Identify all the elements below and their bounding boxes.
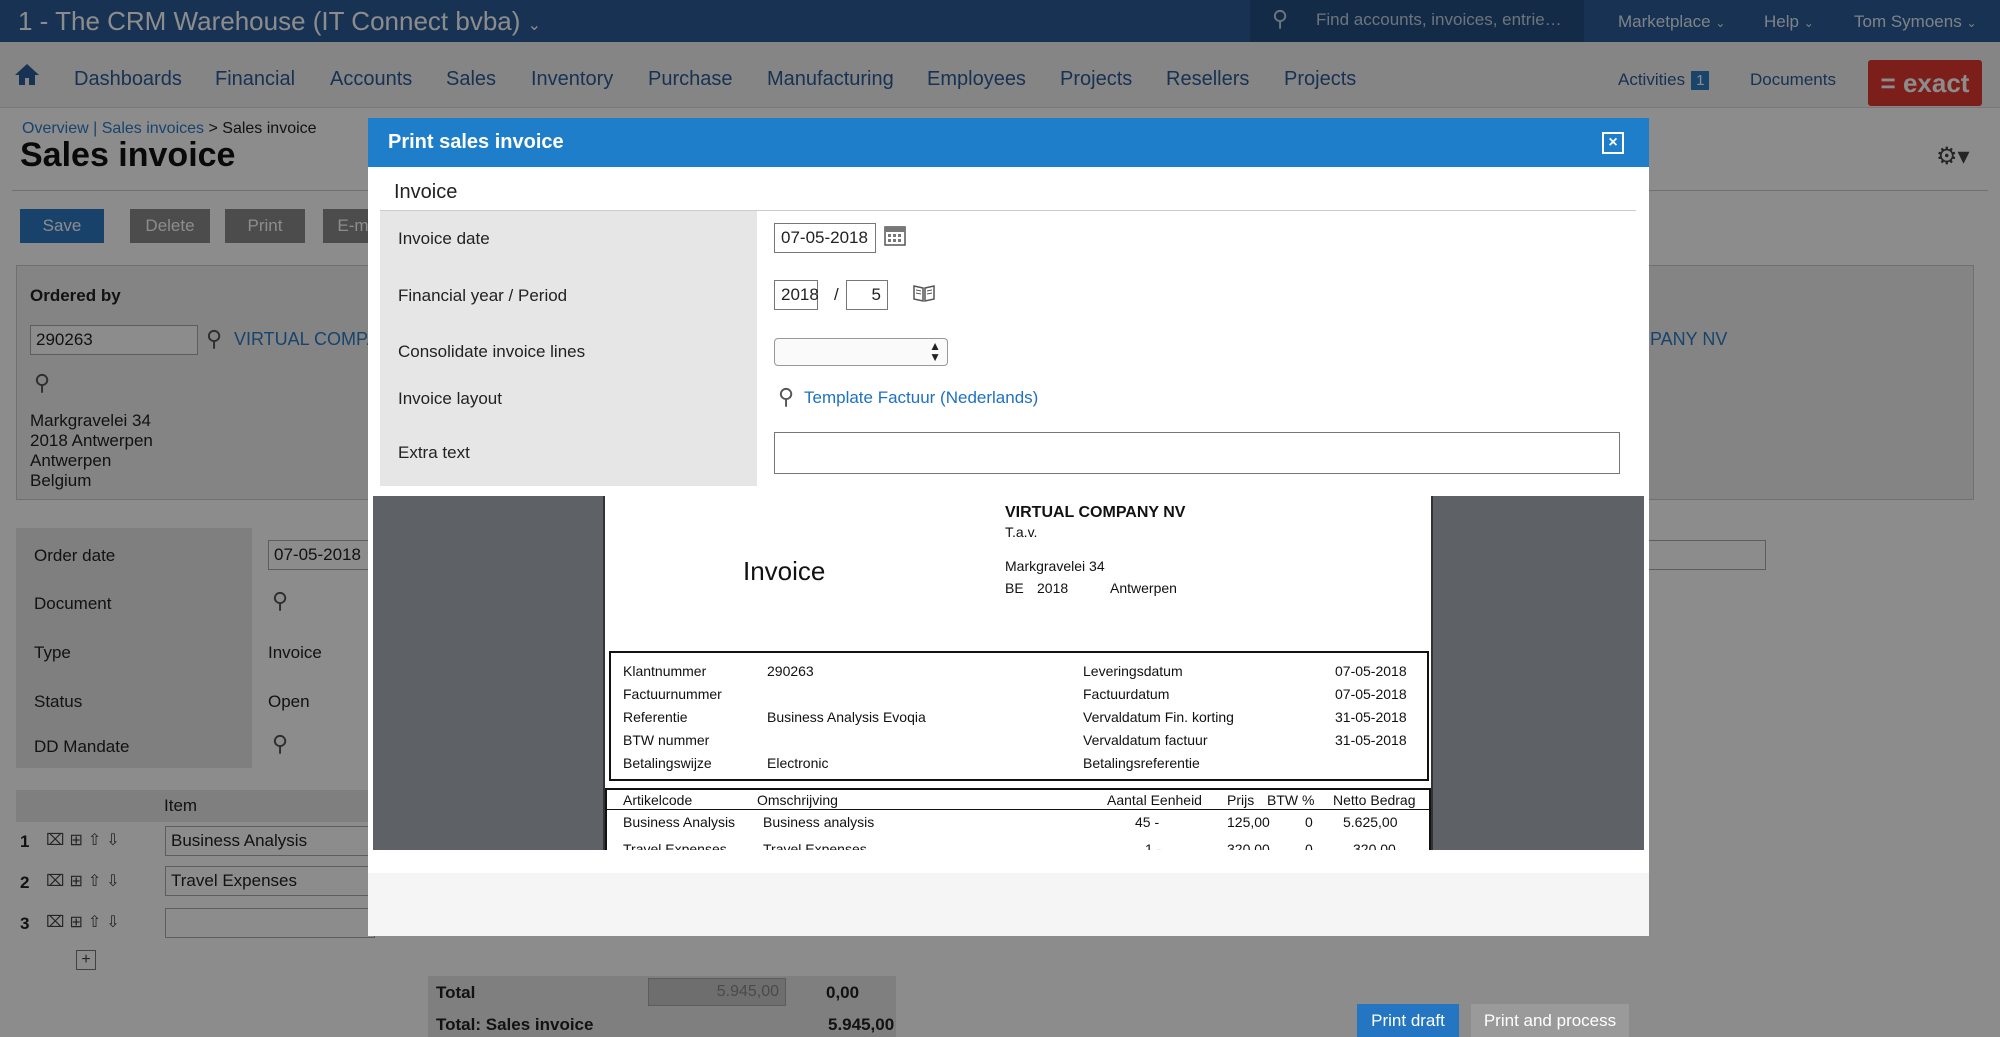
info-key: Betalingswijze	[623, 755, 712, 771]
row-price: 320,00	[1227, 841, 1270, 850]
invoice-layout-label: Invoice layout	[398, 389, 502, 408]
print-dialog: Print sales invoice × Invoice Invoice da…	[368, 118, 1649, 1037]
info-value	[767, 683, 926, 706]
search-icon[interactable]: ⚲	[778, 384, 794, 410]
row-desc: Travel Expenses	[763, 841, 867, 850]
preview-info-right-values: 07-05-2018 07-05-2018 31-05-2018 31-05-2…	[1335, 660, 1407, 752]
preview-country: BE	[1005, 580, 1024, 596]
row-code: Travel Expenses	[623, 841, 727, 850]
dialog-header: Print sales invoice ×	[368, 118, 1649, 167]
invoice-preview: VIRTUAL COMPANY NV T.a.v. Invoice Markgr…	[373, 496, 1644, 850]
preview-info-left-keys: Klantnummer Factuurnummer Referentie BTW…	[623, 660, 722, 775]
period-field[interactable]: 5	[846, 280, 888, 310]
consolidate-label: Consolidate invoice lines	[398, 342, 586, 361]
preview-tav: T.a.v.	[1005, 524, 1038, 540]
col-netto: Netto Bedrag	[1333, 792, 1416, 808]
info-key: Referentie	[623, 709, 688, 725]
calendar-icon[interactable]	[884, 224, 906, 251]
row-code: Business Analysis	[623, 814, 736, 830]
info-value: 07-05-2018	[1335, 686, 1407, 702]
preview-lines-rule	[607, 809, 1429, 810]
invoice-date-field[interactable]: 07-05-2018	[774, 223, 876, 253]
info-value: 31-05-2018	[1335, 732, 1407, 748]
dialog-footer: Print draft Print and process	[368, 873, 1649, 1037]
book-icon[interactable]	[912, 283, 936, 308]
print-draft-button[interactable]: Print draft	[1357, 1004, 1459, 1037]
info-key: Vervaldatum factuur	[1083, 732, 1208, 748]
preview-info-left-values: 290263 Business Analysis Evoqia Electron…	[767, 660, 926, 775]
financial-year-field[interactable]: 2018	[774, 280, 819, 310]
row-desc: Business analysis	[763, 814, 875, 830]
invoice-date-label: Invoice date	[398, 229, 490, 248]
info-value: 290263	[767, 663, 814, 679]
info-value: Business Analysis Evoqia	[767, 709, 926, 725]
row-qty: 45 -	[1135, 814, 1160, 830]
info-key: BTW nummer	[623, 732, 710, 748]
row-net: 5.625,00	[1343, 814, 1398, 830]
section-title: Invoice	[394, 181, 458, 203]
dialog-title: Print sales invoice	[388, 131, 564, 153]
info-key: Betalingsreferentie	[1083, 755, 1200, 771]
info-value: 07-05-2018	[1335, 663, 1407, 679]
financial-year-label: Financial year / Period	[398, 286, 568, 305]
info-key: Klantnummer	[623, 663, 707, 679]
preview-company: VIRTUAL COMPANY NV	[1005, 504, 1186, 521]
preview-page: VIRTUAL COMPANY NV T.a.v. Invoice Markgr…	[603, 496, 1433, 850]
row-qty: 1 -	[1145, 841, 1162, 850]
col-aantal: Aantal Eenheid	[1107, 792, 1202, 808]
print-and-process-button[interactable]: Print and process	[1471, 1004, 1629, 1037]
info-key: Vervaldatum Fin. korting	[1083, 709, 1234, 725]
select-arrows-icon: ▲ ▼	[929, 339, 941, 364]
info-key: Factuurdatum	[1083, 686, 1170, 702]
info-key: Factuurnummer	[623, 686, 722, 702]
info-key: Leveringsdatum	[1083, 663, 1183, 679]
col-prijs: Prijs	[1227, 792, 1255, 808]
preview-info-right-keys: Leveringsdatum Factuurdatum Vervaldatum …	[1083, 660, 1234, 775]
period-separator: /	[834, 285, 839, 304]
preview-zip: 2018	[1037, 580, 1069, 596]
extra-text-field[interactable]	[774, 432, 1620, 474]
extra-text-label: Extra text	[398, 443, 470, 462]
row-vat: 0	[1305, 814, 1313, 830]
info-value	[767, 729, 926, 752]
col-btw: BTW %	[1267, 792, 1315, 808]
row-net: 320,00	[1353, 841, 1396, 850]
preview-city: Antwerpen	[1110, 580, 1177, 596]
preview-street: Markgravelei 34	[1005, 558, 1105, 574]
invoice-layout-link[interactable]: Template Factuur (Nederlands)	[804, 388, 1038, 408]
col-artikelcode: Artikelcode	[623, 792, 693, 808]
col-omschrijving: Omschrijving	[757, 792, 838, 808]
preview-heading: Invoice	[743, 556, 826, 586]
info-value: Electronic	[767, 755, 829, 771]
row-vat: 0	[1305, 841, 1313, 850]
row-price: 125,00	[1227, 814, 1270, 830]
close-icon[interactable]: ×	[1602, 132, 1624, 154]
info-value: 31-05-2018	[1335, 709, 1407, 725]
preview-info-box	[609, 651, 1429, 781]
consolidate-select[interactable]: ▲ ▼	[774, 338, 948, 366]
